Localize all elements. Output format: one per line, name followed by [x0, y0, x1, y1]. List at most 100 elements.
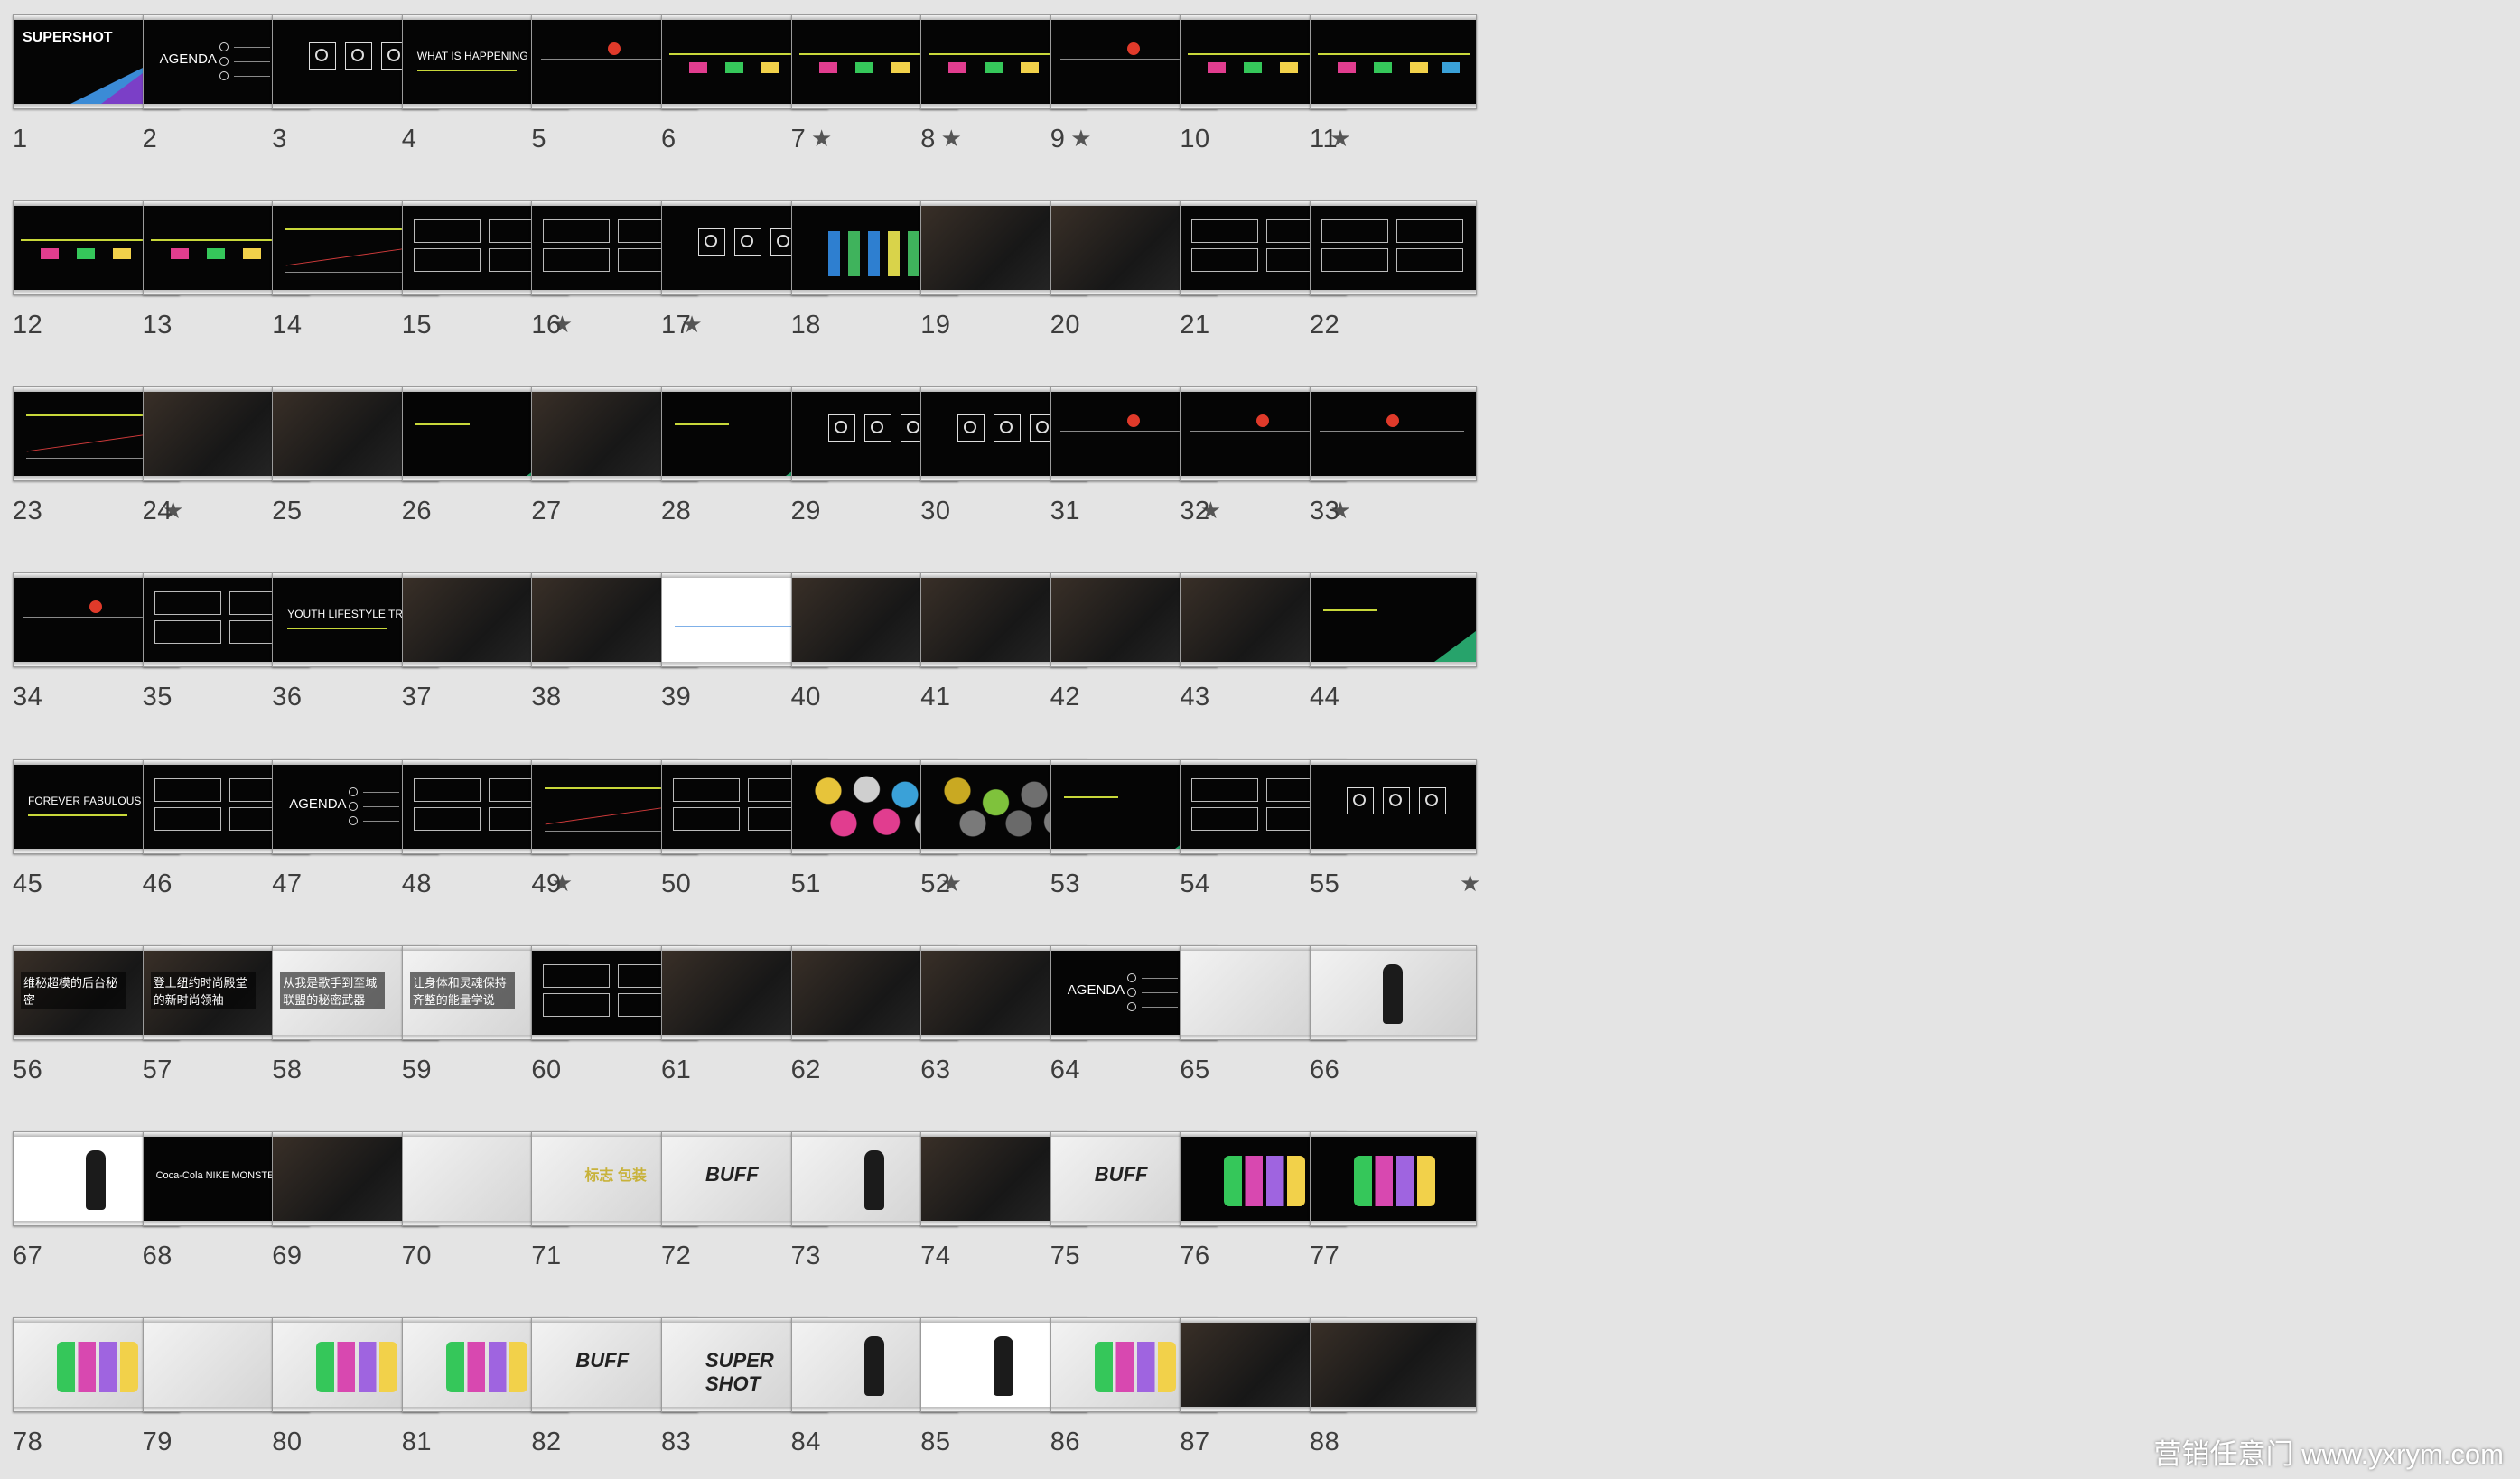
slide-number: 74: [920, 1241, 951, 1270]
agenda-bullet-icon: [1126, 987, 1136, 997]
slide-number: 12: [13, 311, 43, 340]
content-box: [1396, 248, 1463, 273]
slide-number: 10: [1180, 125, 1210, 153]
slide-item[interactable]: 22: [1288, 175, 1519, 361]
center-node-icon: [1126, 414, 1140, 428]
timeline-marker: [1208, 62, 1227, 73]
target-icon: [870, 421, 883, 434]
slide-number: 40: [790, 683, 821, 712]
slide-number: 4: [401, 125, 417, 153]
content-box: [154, 777, 221, 802]
slide-number: 87: [1180, 1427, 1210, 1456]
slide-number: 49: [531, 869, 562, 898]
slide-number: 41: [920, 683, 951, 712]
content-box: [673, 777, 740, 802]
slide-number: 84: [790, 1427, 821, 1456]
slide-number: 43: [1180, 683, 1210, 712]
slide-thumbnail[interactable]: [1310, 572, 1477, 668]
content-box: [413, 777, 481, 802]
slide-number: 69: [272, 1241, 303, 1270]
slide-number: 58: [272, 1055, 303, 1084]
slide-number: 88: [1310, 1427, 1340, 1456]
content-box: [154, 591, 221, 616]
timeline-marker: [170, 248, 189, 260]
product-bottle: [994, 1335, 1014, 1396]
slide-number: 3: [272, 125, 287, 153]
slide-thumbnail[interactable]: [1310, 1316, 1477, 1412]
slide-number: 30: [920, 497, 951, 526]
timeline-marker: [1338, 62, 1356, 73]
slide-item[interactable]: 55 ★: [1288, 734, 1519, 920]
slide-number: 32: [1180, 497, 1210, 526]
accent-line: [28, 814, 127, 816]
slide-thumbnail[interactable]: [1310, 386, 1477, 482]
timeline-marker: [77, 248, 95, 260]
slide-number: 65: [1180, 1055, 1210, 1084]
agenda-bullet-icon: [219, 57, 229, 66]
accent-line: [1063, 795, 1118, 798]
slide-number: 62: [790, 1055, 821, 1084]
slide-item[interactable]: 11: [1288, 0, 1519, 175]
slide-title: 登上纽约时尚殿堂的新时尚领袖: [150, 971, 256, 1009]
slide-title: AGENDA: [1067, 981, 1125, 998]
slide-number: 11: [1310, 125, 1339, 153]
center-node-icon: [608, 42, 621, 55]
slide-number: 53: [1050, 869, 1081, 898]
slide-number: 18: [790, 311, 821, 340]
slide-number: 64: [1050, 1055, 1081, 1084]
slide-title: 从我是歌手到至城联盟的秘密武器: [280, 971, 386, 1009]
slide-number: 80: [272, 1427, 303, 1456]
center-node-icon: [1256, 414, 1270, 428]
timeline-marker: [725, 62, 743, 73]
slide-number: 47: [272, 869, 303, 898]
timeline-marker: [1410, 62, 1428, 73]
agenda-bullet-icon: [1126, 1001, 1136, 1011]
slide-number: 17: [661, 311, 692, 340]
slide-number: 52: [920, 869, 951, 898]
target-icon: [1425, 793, 1438, 806]
slide-number: 23: [13, 497, 43, 526]
slide-item[interactable]: 33: [1288, 361, 1519, 547]
slide-title: 让身体和灵魂保持齐整的能量学说: [409, 971, 515, 1009]
slide-number: 82: [531, 1427, 562, 1456]
slide-number: 73: [790, 1241, 821, 1270]
slide-number: 83: [661, 1427, 692, 1456]
slide-number: 14: [272, 311, 303, 340]
content-box: [1396, 219, 1463, 244]
slide-thumbnail[interactable]: [1310, 1130, 1477, 1226]
slide-thumbnail[interactable]: [1310, 944, 1477, 1040]
slide-number: 33: [1310, 497, 1340, 526]
content-box: [1191, 777, 1259, 802]
content-box: [543, 219, 611, 244]
slide-number: 85: [920, 1427, 951, 1456]
target-icon: [1389, 793, 1402, 806]
star-icon[interactable]: ★: [1460, 870, 1480, 898]
agenda-bullet-icon: [219, 71, 229, 80]
slide-number: 68: [142, 1241, 173, 1270]
slide-thumbnail[interactable]: [1310, 200, 1477, 296]
timeline-marker: [1374, 62, 1392, 73]
slide-thumbnail[interactable]: [1310, 758, 1477, 854]
slide-number: 63: [920, 1055, 951, 1084]
agenda-bullet-icon: [349, 815, 359, 825]
slide-number: 15: [401, 311, 433, 340]
brand-logo: BUFF: [575, 1348, 630, 1372]
slide-number: 2: [142, 125, 158, 153]
slide-number: 7: [790, 125, 807, 153]
slide-number: 51: [790, 869, 821, 898]
slide-number: 57: [142, 1055, 173, 1084]
accent-line: [675, 423, 729, 426]
slide-number: 76: [1180, 1241, 1210, 1270]
slide-number: 86: [1050, 1427, 1081, 1456]
slide-title: SUPERSHOT: [23, 30, 113, 45]
slide-title: 维秘超模的后台秘密: [21, 971, 126, 1009]
slide-thumbnail[interactable]: [1310, 14, 1477, 109]
timeline-marker: [1442, 62, 1460, 73]
slide-item[interactable]: 66: [1288, 920, 1519, 1106]
slide-number: 28: [661, 497, 692, 526]
agenda-bullet-icon: [349, 801, 359, 811]
slide-item[interactable]: 44: [1288, 547, 1519, 733]
slide-item[interactable]: 77: [1288, 1106, 1519, 1292]
slide-number: 54: [1180, 869, 1210, 898]
slide-item[interactable]: 88: [1288, 1292, 1519, 1478]
